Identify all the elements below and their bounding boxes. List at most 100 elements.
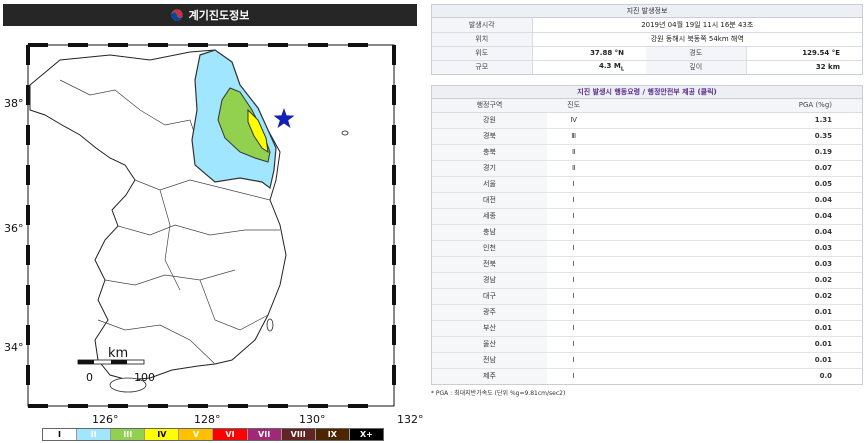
cell-pga: 0.05 xyxy=(600,176,862,193)
magnitude-cell: 4.3 ML xyxy=(532,60,646,74)
depth-value: 32 km xyxy=(815,63,840,72)
table-row: 경기 Ⅱ 0.07 xyxy=(432,160,862,177)
time-value: 2019년 04월 19일 11시 16분 43초 xyxy=(532,18,862,33)
col-pga: PGA (%g) xyxy=(600,99,862,113)
scale-start: 0 xyxy=(86,371,93,384)
map-title: 계기진도정보 xyxy=(188,9,250,22)
table-row: 대전 Ⅰ 0.04 xyxy=(432,192,862,209)
earthquake-info-panel: 지진 발생정보 발생시각 2019년 04월 19일 11시 16분 43초 위… xyxy=(431,4,863,397)
safety-guide-link[interactable]: 지진 발생시 행동요령 / 행정안전부 제공 (클릭) xyxy=(432,86,862,99)
cell-region: 서울 xyxy=(432,176,547,193)
table-row: 인천 Ⅰ 0.03 xyxy=(432,240,862,257)
cell-region: 제주 xyxy=(432,368,547,384)
cell-pga: 0.01 xyxy=(600,304,862,321)
location-value: 강원 동해시 북동쪽 54km 해역 xyxy=(532,32,862,47)
table-row: 부산 Ⅰ 0.01 xyxy=(432,320,862,337)
scale-unit: km xyxy=(108,346,129,361)
legend-cell: II xyxy=(77,429,112,440)
taegeuk-icon xyxy=(171,9,183,21)
info-row-magnitude: 규모 4.3 ML 깊이 32 km xyxy=(432,60,862,74)
cell-pga: 0.04 xyxy=(600,192,862,209)
cell-pga: 0.35 xyxy=(600,128,862,145)
latitude-value: 37.88 °N xyxy=(532,46,646,61)
ulleungdo xyxy=(341,130,349,136)
cell-intensity: Ⅰ xyxy=(547,336,601,353)
table-row: 강원 Ⅳ 1.31 xyxy=(432,112,862,129)
geoje-island xyxy=(266,318,274,332)
legend-cell: X+ xyxy=(349,429,383,440)
table-row: 세종 Ⅰ 0.04 xyxy=(432,208,862,225)
cell-region: 대전 xyxy=(432,192,547,209)
cell-region: 경북 xyxy=(432,128,547,145)
map-title-bar: 계기진도정보 xyxy=(3,4,417,26)
cell-region: 경남 xyxy=(432,272,547,289)
col-intensity: 진도 xyxy=(547,99,601,113)
cell-pga: 0.03 xyxy=(600,240,862,257)
cell-region: 세종 xyxy=(432,208,547,225)
lon-label-130: 130° xyxy=(299,413,326,426)
cell-intensity: Ⅰ xyxy=(547,224,601,241)
cell-intensity: Ⅳ xyxy=(547,112,601,129)
cell-intensity: Ⅲ xyxy=(547,128,601,145)
map-svg xyxy=(26,43,396,408)
cell-pga: 1.31 xyxy=(600,112,862,129)
cell-intensity: Ⅰ xyxy=(547,176,601,193)
cell-pga: 0.04 xyxy=(600,208,862,225)
table-row: 전북 Ⅰ 0.03 xyxy=(432,256,862,273)
magnitude-sub: L xyxy=(620,66,624,73)
col-region: 행정구역 xyxy=(432,99,547,113)
cell-region: 강원 xyxy=(432,112,547,129)
cell-pga: 0.02 xyxy=(600,288,862,305)
intensity-legend: I II III IV V VI VII VIII IX X+ xyxy=(42,428,384,441)
intensity-table-body: 강원 Ⅳ 1.31 경북 Ⅲ 0.35 충북 Ⅱ 0.19 경기 Ⅱ 0.07 서울 Ⅰ 0.05 대전 Ⅰ 0.… xyxy=(432,112,862,384)
legend-cell: IX xyxy=(315,429,350,440)
regional-intensity-box: 지진 발생시 행동요령 / 행정안전부 제공 (클릭) 행정구역 진도 PGA … xyxy=(431,85,863,385)
legend-cell: VII xyxy=(247,429,282,440)
cell-pga: 0.04 xyxy=(600,224,862,241)
table-row: 전남 Ⅰ 0.01 xyxy=(432,352,862,369)
cell-intensity: Ⅱ xyxy=(547,160,601,177)
lon-label-132: 132° xyxy=(397,413,424,426)
cell-intensity: Ⅰ xyxy=(547,288,601,305)
cell-intensity: Ⅰ xyxy=(547,192,601,209)
scale-end: 100 xyxy=(134,371,155,384)
table-row: 제주 Ⅰ 0.0 xyxy=(432,368,862,384)
cell-pga: 0.02 xyxy=(600,272,862,289)
regional-intensity-table: 행정구역 진도 PGA (%g) 강원 Ⅳ 1.31 경북 Ⅲ 0.35 충북 Ⅱ 0.19 경기… xyxy=(432,99,862,384)
cell-intensity: Ⅰ xyxy=(547,352,601,369)
cell-intensity: Ⅰ xyxy=(547,256,601,273)
info-header: 지진 발생정보 xyxy=(432,5,862,18)
legend-cell: V xyxy=(179,429,214,440)
legend-cell: I xyxy=(43,429,78,440)
cell-region: 광주 xyxy=(432,304,547,321)
cell-intensity: Ⅰ xyxy=(547,304,601,321)
cell-region: 충북 xyxy=(432,144,547,161)
depth-label: 깊이 xyxy=(646,60,747,74)
cell-region: 대구 xyxy=(432,288,547,305)
cell-region: 경기 xyxy=(432,160,547,177)
lat-label-36: 36° xyxy=(4,222,24,235)
cell-pga: 0.19 xyxy=(600,144,862,161)
table-row: 경남 Ⅰ 0.02 xyxy=(432,272,862,289)
pga-footnote: * PGA : 최대지반가속도 (단위 %g=9.81cm/sec2) xyxy=(431,390,566,397)
lon-label-126: 126° xyxy=(92,413,119,426)
cell-intensity: Ⅰ xyxy=(547,240,601,257)
intensity-table-header: 행정구역 진도 PGA (%g) xyxy=(432,99,862,113)
cell-pga: 0.07 xyxy=(600,160,862,177)
table-row: 경북 Ⅲ 0.35 xyxy=(432,128,862,145)
earthquake-info-box: 지진 발생정보 발생시각 2019년 04월 19일 11시 16분 43초 위… xyxy=(431,4,863,75)
lat-label-34: 34° xyxy=(4,341,24,354)
info-row-time: 발생시각 2019년 04월 19일 11시 16분 43초 xyxy=(432,18,862,33)
cell-intensity: Ⅰ xyxy=(547,208,601,225)
cell-region: 전남 xyxy=(432,352,547,369)
table-row: 울산 Ⅰ 0.01 xyxy=(432,336,862,353)
cell-intensity: Ⅱ xyxy=(547,144,601,161)
cell-intensity: Ⅰ xyxy=(547,320,601,337)
cell-pga: 0.01 xyxy=(600,320,862,337)
cell-intensity: Ⅰ xyxy=(572,372,575,381)
cell-region: 충남 xyxy=(432,224,547,241)
table-row: 충북 Ⅱ 0.19 xyxy=(432,144,862,161)
cell-region: 전북 xyxy=(432,256,547,273)
cell-pga: 0.0 xyxy=(819,372,832,381)
info-table: 발생시각 2019년 04월 19일 11시 16분 43초 위치 강원 동해시… xyxy=(432,18,862,74)
